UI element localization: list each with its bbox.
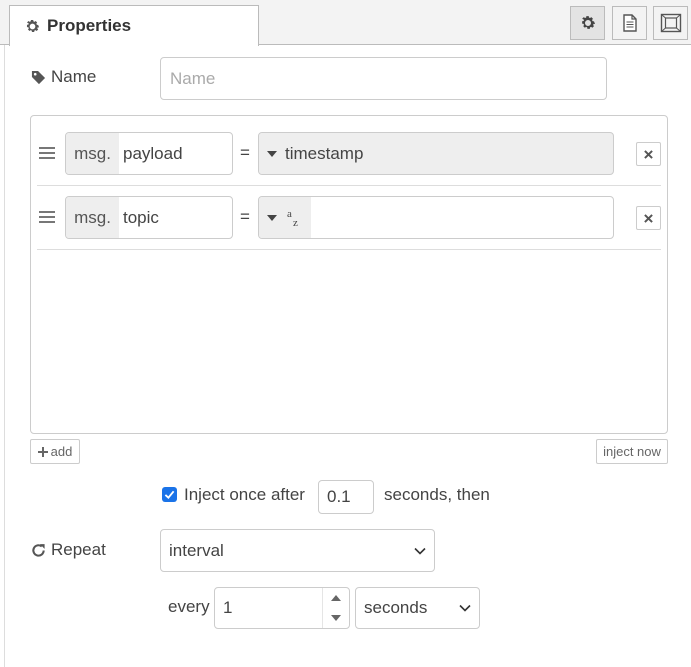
property-name-field[interactable]: msg. payload bbox=[65, 132, 233, 175]
remove-property-button[interactable] bbox=[636, 206, 661, 230]
svg-text:a: a bbox=[287, 208, 292, 220]
spin-up-icon[interactable] bbox=[331, 594, 341, 602]
property-row: msg. payload = timestamp bbox=[31, 124, 667, 184]
type-select-button[interactable]: a z bbox=[259, 197, 311, 238]
tray-header: Properties bbox=[0, 0, 691, 46]
property-name-value[interactable]: payload bbox=[119, 133, 183, 174]
interval-unit-select[interactable]: seconds bbox=[355, 587, 480, 629]
description-tab-button[interactable] bbox=[612, 6, 647, 40]
interval-spinner[interactable] bbox=[322, 588, 349, 628]
repeat-label-text: Repeat bbox=[51, 540, 106, 559]
property-name-value[interactable]: topic bbox=[119, 197, 159, 238]
chevron-down-icon bbox=[459, 604, 471, 612]
property-value-field[interactable]: timestamp bbox=[258, 132, 614, 175]
inject-now-button[interactable]: inject now bbox=[596, 439, 668, 464]
drag-handle-icon[interactable] bbox=[39, 146, 55, 160]
row-divider bbox=[37, 185, 661, 186]
inject-delay-input[interactable]: 0.1 bbox=[318, 480, 374, 514]
drag-handle-icon[interactable] bbox=[39, 210, 55, 224]
remove-property-button[interactable] bbox=[636, 142, 661, 166]
caret-down-icon bbox=[267, 214, 277, 221]
add-property-button[interactable]: add bbox=[30, 439, 80, 464]
property-value-field[interactable]: a z bbox=[258, 196, 614, 239]
type-label: timestamp bbox=[285, 143, 364, 163]
type-select-button[interactable]: timestamp bbox=[259, 133, 364, 174]
tag-icon bbox=[31, 70, 46, 84]
add-label: add bbox=[50, 444, 73, 459]
repeat-mode-select[interactable]: interval bbox=[160, 529, 435, 572]
msg-prefix: msg. bbox=[66, 133, 119, 174]
equals-sign: = bbox=[240, 207, 250, 226]
gear-icon bbox=[26, 19, 40, 32]
properties-list: msg. payload = timestamp msg. topic = a … bbox=[30, 115, 668, 434]
svg-text:z: z bbox=[293, 217, 298, 229]
settings-tab-button[interactable] bbox=[570, 6, 605, 40]
repeat-mode-value: interval bbox=[169, 540, 224, 560]
chevron-down-icon bbox=[414, 547, 426, 555]
name-label: Name bbox=[31, 66, 96, 88]
row-divider bbox=[37, 249, 661, 250]
caret-down-icon bbox=[267, 150, 277, 157]
name-label-text: Name bbox=[51, 67, 97, 86]
document-icon bbox=[622, 14, 637, 32]
checkmark-icon bbox=[164, 490, 175, 500]
interval-unit-value: seconds bbox=[364, 598, 428, 617]
every-label: every bbox=[168, 597, 210, 616]
property-row: msg. topic = a z bbox=[31, 188, 667, 248]
msg-prefix: msg. bbox=[66, 197, 119, 238]
inject-once-checkbox[interactable] bbox=[162, 487, 177, 502]
repeat-label: Repeat bbox=[31, 539, 106, 561]
tab-title: Properties bbox=[47, 16, 132, 35]
string-type-icon: a z bbox=[287, 208, 298, 229]
property-name-field[interactable]: msg. topic bbox=[65, 196, 233, 239]
equals-sign: = bbox=[240, 143, 250, 162]
appearance-tab-button[interactable] bbox=[653, 6, 688, 40]
frame-icon bbox=[660, 13, 681, 33]
inject-once-suffix: seconds, then bbox=[384, 485, 490, 504]
plus-icon bbox=[37, 446, 48, 457]
close-icon bbox=[644, 213, 653, 223]
tab-properties[interactable]: Properties bbox=[9, 5, 259, 46]
left-edge-panel bbox=[0, 0, 5, 667]
repeat-icon bbox=[32, 543, 45, 557]
close-icon bbox=[644, 149, 653, 159]
inject-once-label: Inject once after bbox=[184, 485, 305, 504]
gear-icon bbox=[581, 16, 595, 29]
interval-value: 1 bbox=[223, 598, 233, 617]
inject-now-label: inject now bbox=[603, 444, 661, 459]
name-input[interactable] bbox=[160, 57, 607, 100]
spin-down-icon[interactable] bbox=[331, 614, 341, 622]
